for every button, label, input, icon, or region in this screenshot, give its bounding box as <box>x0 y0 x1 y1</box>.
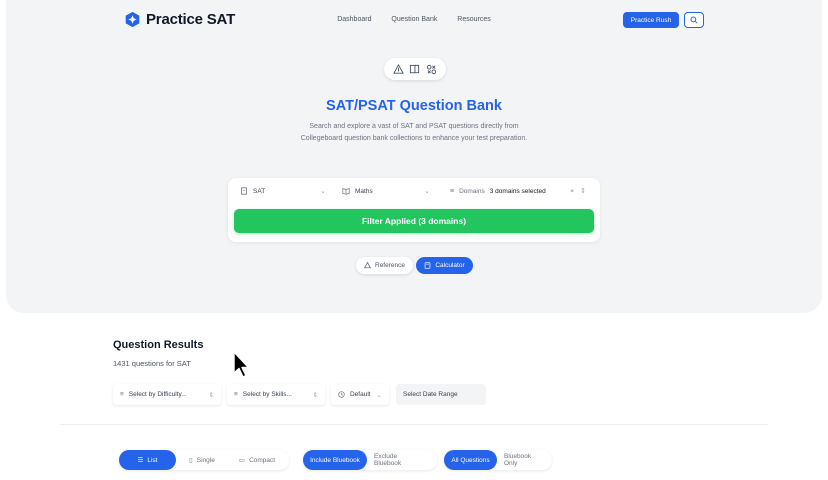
view-list-button[interactable]: ☰ List <box>119 450 176 470</box>
domains-label: Domains <box>459 187 485 195</box>
chevron-down-icon: ⌄ <box>320 188 326 195</box>
book-open-icon <box>342 188 350 195</box>
exam-select[interactable]: SAT ⌄ <box>240 183 326 199</box>
view-single-button[interactable]: ▯ Single <box>176 450 228 470</box>
sort-arrows-icon: ⇕ <box>312 391 318 399</box>
filter-applied-button[interactable]: Filter Applied (3 domains) <box>234 209 594 233</box>
view-list-label: List <box>147 456 158 464</box>
flask-icon <box>392 63 404 74</box>
date-range-label: Select Date Range <box>403 391 458 398</box>
sort-select[interactable]: Default ⌄ <box>331 384 389 405</box>
difficulty-select-value: Select by Difficulty... <box>128 391 187 398</box>
page-title: SAT/PSAT Question Bank <box>326 98 502 114</box>
page-subtitle: Search and explore a vast of SAT and PSA… <box>300 123 528 142</box>
practice-rush-button[interactable]: Practice Rush <box>623 12 679 28</box>
feature-icons <box>384 58 446 80</box>
view-single-label: Single <box>196 456 215 464</box>
chevron-down-icon: ⌄ <box>376 391 382 399</box>
domains-value: 3 domains selected <box>489 187 546 195</box>
flask-icon <box>364 262 371 269</box>
divider <box>60 424 768 425</box>
hero-section <box>6 0 822 313</box>
difficulty-select[interactable]: ≡ Select by Difficulty... ⇕ <box>113 384 221 405</box>
all-questions-button[interactable]: All Questions <box>444 450 497 470</box>
domains-select[interactable]: ≡ Domains 3 domains selected × ⇕ <box>450 183 586 199</box>
calculator-label: Calculator <box>435 262 465 269</box>
skills-select-value: Select by Skills... <box>242 391 292 398</box>
search-icon <box>690 16 698 24</box>
view-compact-button[interactable]: ▭ Compact <box>228 450 286 470</box>
exam-select-value: SAT <box>253 187 266 195</box>
skills-select[interactable]: ≡ Select by Skills... ⇕ <box>227 384 325 405</box>
sort-select-value: Default <box>350 391 371 398</box>
sort-arrows-icon: ⇕ <box>208 391 214 399</box>
include-bluebook-button[interactable]: Include Bluebook <box>303 450 367 470</box>
reference-button[interactable]: Reference <box>356 257 413 274</box>
clock-icon <box>338 391 345 398</box>
nav-resources[interactable]: Resources <box>457 16 490 23</box>
subject-select-value: Maths <box>355 187 373 195</box>
list-icon: ☰ <box>137 457 144 464</box>
single-view-icon: ▯ <box>189 457 193 464</box>
shapes-icon <box>427 64 437 74</box>
chevron-down-icon: ⌄ <box>424 188 430 195</box>
document-icon <box>241 187 247 195</box>
mouse-cursor-icon <box>233 351 250 378</box>
reference-label: Reference <box>375 262 405 269</box>
filter-lines-icon: ≡ <box>450 187 455 195</box>
monitor-icon: ▭ <box>238 457 246 464</box>
filter-lines-icon: ≡ <box>120 391 124 398</box>
filter-card: SAT ⌄ Maths ⌄ ≡ Domains 3 domains select… <box>228 178 600 242</box>
results-title: Question Results <box>113 339 204 351</box>
calculator-button[interactable]: Calculator <box>416 257 473 274</box>
book-icon <box>410 64 420 73</box>
clear-icon[interactable]: × <box>570 188 574 195</box>
bluebook-toggle: Include Bluebook Exclude Bluebook <box>303 450 437 470</box>
nav-question-bank[interactable]: Question Bank <box>391 16 437 23</box>
subject-select[interactable]: Maths ⌄ <box>342 183 430 199</box>
bluebook-only-button[interactable]: Bluebook Only <box>497 450 550 470</box>
results-count: 1431 questions for SAT <box>113 359 191 368</box>
calculator-icon <box>425 262 431 269</box>
filter-lines-icon: ≡ <box>234 391 238 398</box>
view-compact-label: Compact <box>249 456 276 464</box>
exclude-bluebook-button[interactable]: Exclude Bluebook <box>367 450 433 470</box>
nav-dashboard[interactable]: Dashboard <box>337 16 371 23</box>
date-range-picker[interactable]: Select Date Range <box>396 384 486 405</box>
view-mode-toggle: ☰ List ▯ Single ▭ Compact <box>119 450 289 470</box>
question-source-toggle: All Questions Bluebook Only <box>444 450 552 470</box>
sort-arrows-icon: ⇕ <box>580 188 586 195</box>
search-button[interactable] <box>684 12 704 28</box>
